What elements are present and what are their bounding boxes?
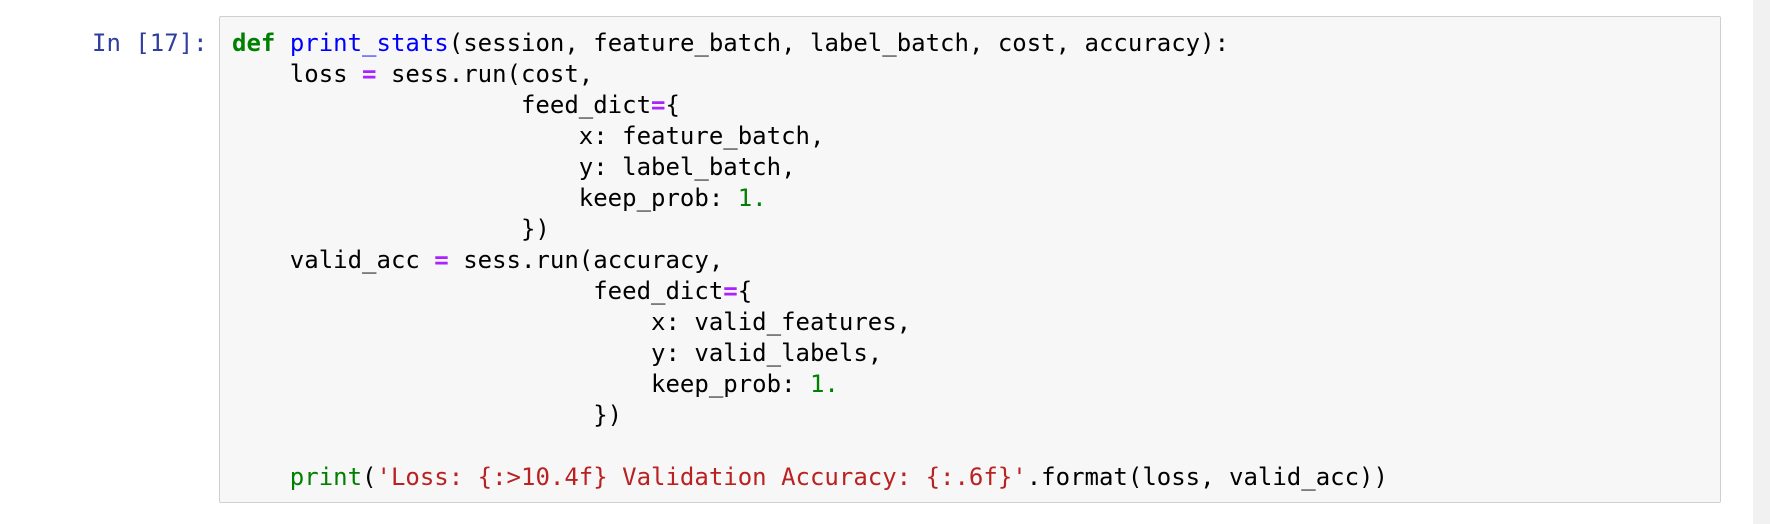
code-token: {	[665, 91, 680, 119]
code-line: keep_prob: 1.	[232, 369, 1388, 400]
code-line: keep_prob: 1.	[232, 183, 1388, 214]
code-token: print_stats	[289, 29, 449, 57]
code-line: valid_acc = sess.run(accuracy,	[232, 245, 1388, 276]
code-token: keep_prob:	[232, 370, 810, 398]
code-token: (session, feature_batch, label_batch, co…	[448, 29, 1230, 57]
code-token: x: valid_features,	[232, 308, 912, 336]
code-token: sess.run(cost,	[376, 60, 594, 88]
code-line: loss = sess.run(cost,	[232, 59, 1388, 90]
code-cell[interactable]: In [17]: def print_stats(session, featur…	[0, 0, 1770, 524]
code-token: x: feature_batch,	[232, 122, 825, 150]
code-line: })	[232, 214, 1388, 245]
code-token: })	[232, 401, 623, 429]
code-line: y: valid_labels,	[232, 338, 1388, 369]
code-line: def print_stats(session, feature_batch, …	[232, 28, 1388, 59]
code-token: =	[651, 91, 666, 119]
code-token: feed_dict	[232, 91, 652, 119]
code-editor[interactable]: def print_stats(session, feature_batch, …	[219, 16, 1721, 503]
vertical-scrollbar[interactable]	[1753, 0, 1770, 524]
input-prompt: In [17]:	[92, 29, 208, 57]
code-token: .format(loss, valid_acc))	[1026, 463, 1388, 491]
code-token: loss	[232, 60, 363, 88]
code-line: feed_dict={	[232, 90, 1388, 121]
code-token: valid_acc	[232, 246, 435, 274]
code-line: feed_dict={	[232, 276, 1388, 307]
code-token: =	[434, 246, 449, 274]
code-token: keep_prob:	[232, 184, 738, 212]
code-line: print('Loss: {:>10.4f} Validation Accura…	[232, 462, 1388, 493]
code-line: y: label_batch,	[232, 152, 1388, 183]
code-content[interactable]: def print_stats(session, feature_batch, …	[232, 28, 1388, 493]
code-token: })	[232, 215, 550, 243]
code-token: sess.run(accuracy,	[448, 246, 724, 274]
code-token: =	[362, 60, 377, 88]
code-line: x: valid_features,	[232, 307, 1388, 338]
code-token: 1.	[737, 184, 767, 212]
code-token: =	[723, 277, 738, 305]
code-token: y: valid_labels,	[232, 339, 883, 367]
code-line: })	[232, 400, 1388, 431]
code-token: {	[737, 277, 753, 305]
code-token: 'Loss: {:>10.4f} Validation Accuracy: {:…	[376, 463, 1027, 491]
code-token: feed_dict	[232, 277, 724, 305]
code-line: x: feature_batch,	[232, 121, 1388, 152]
code-token: y: label_batch,	[232, 153, 796, 181]
code-token: def	[232, 29, 276, 57]
code-token: (	[362, 463, 377, 491]
code-token: print	[289, 463, 363, 491]
code-token: 1.	[809, 370, 839, 398]
